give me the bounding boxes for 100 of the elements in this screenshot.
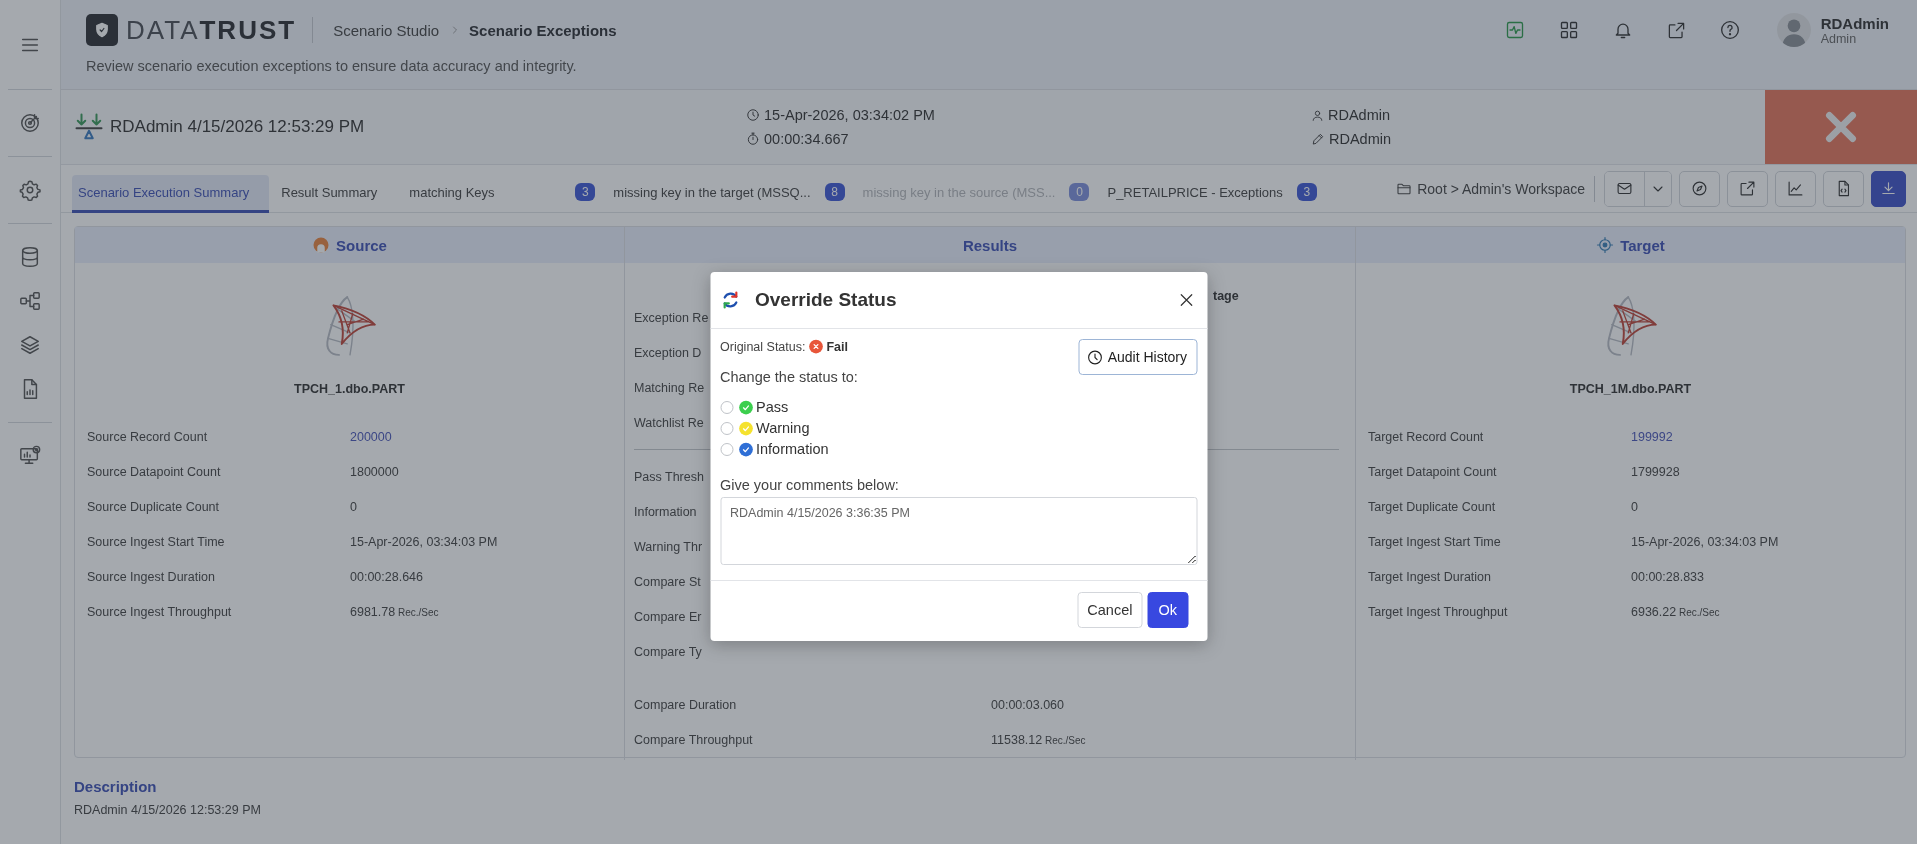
field-label: Source Datapoint Count	[87, 464, 221, 479]
start-time: 15-Apr-2026, 03:34:02 PM	[764, 107, 935, 123]
dialog-title: Override Status	[755, 289, 897, 311]
database-icon[interactable]	[19, 246, 41, 268]
external-link-icon	[1739, 180, 1756, 197]
field-label: Pass Thresh	[634, 469, 704, 484]
table-name: TPCH_1.dbo.PART	[293, 382, 406, 396]
tab[interactable]: Result Summary	[275, 174, 398, 213]
breadcrumb-item[interactable]: Scenario Studio	[333, 21, 440, 39]
count-badge: 3	[1296, 183, 1317, 201]
field-label: Target Ingest Duration	[1368, 569, 1491, 584]
avatar[interactable]	[1776, 13, 1811, 47]
field-label: Compare St	[634, 574, 701, 589]
balance-scale-icon	[74, 112, 104, 142]
tab[interactable]: P_RETAILPRICE - Exceptions 3	[1101, 174, 1323, 213]
section-title: Description	[74, 778, 158, 795]
field-label: Information	[634, 504, 697, 519]
field-label: Exception Re	[634, 310, 709, 325]
field-value: 15-Apr-2026, 03:34:03 PM	[350, 534, 499, 549]
check-circle-icon	[738, 420, 753, 436]
field-value[interactable]: 200000	[350, 429, 624, 444]
ok-button[interactable]: Ok	[1147, 592, 1188, 628]
option-label[interactable]: Information	[756, 441, 829, 457]
field-label: Source Duplicate Count	[87, 499, 220, 514]
stopwatch-icon	[746, 132, 760, 146]
field-label: Compare Er	[634, 609, 702, 624]
description-text: RDAdmin 4/15/2026 12:53:29 PM	[74, 803, 262, 817]
field-value[interactable]: 199992	[1631, 429, 1905, 444]
external-link-icon[interactable]	[1666, 20, 1686, 40]
mail-icon	[1616, 180, 1633, 197]
column-title: Target	[1620, 236, 1665, 254]
monitor-icon[interactable]	[19, 445, 41, 467]
apps-grid-icon[interactable]	[1558, 20, 1579, 40]
line-chart-icon	[1787, 180, 1804, 197]
workspace-path[interactable]: Root > Admin's Workspace	[1417, 180, 1585, 197]
field-value: 00:00:28.646	[350, 569, 424, 584]
field-value: 1800000	[350, 464, 400, 479]
column-title: Results	[962, 236, 1018, 254]
field-label: Compare Throughput	[634, 732, 753, 747]
column-title: Source	[336, 236, 387, 254]
field-label: Target Record Count	[1368, 429, 1484, 444]
hierarchy-icon[interactable]	[19, 290, 41, 312]
pencil-icon	[1311, 132, 1325, 146]
status-value: Fail	[826, 339, 848, 354]
field-value: 00:00:03.060	[991, 697, 1065, 712]
field-value: 00:00:28.833	[1631, 569, 1705, 584]
settings-icon[interactable]	[19, 179, 41, 201]
tab[interactable]: matching Keys 3	[403, 174, 602, 213]
email-button[interactable]	[1605, 171, 1645, 206]
check-circle-icon	[738, 441, 753, 457]
compass-icon	[1691, 180, 1708, 197]
download-button[interactable]	[1871, 170, 1906, 207]
tab[interactable]: Scenario Execution Summary	[72, 174, 270, 213]
target-icon[interactable]	[19, 112, 41, 134]
comment-field[interactable]: RDAdmin 4/15/2026 3:36:35 PM	[720, 497, 1197, 565]
breadcrumb-item: Scenario Exceptions	[469, 21, 617, 39]
field-label: Matching Re	[634, 380, 705, 395]
column-header-text: tage	[1213, 289, 1239, 303]
field-value: 11538.12 Rec./Sec	[991, 732, 1087, 747]
field-value: 15-Apr-2026, 03:34:03 PM	[1631, 534, 1780, 549]
field-label: Target Duplicate Count	[1368, 499, 1496, 514]
field-label: Exception D	[634, 345, 702, 360]
error-icon	[808, 339, 824, 354]
layers-icon[interactable]	[19, 334, 41, 356]
option-label[interactable]: Pass	[756, 399, 789, 415]
export-button[interactable]	[1727, 170, 1768, 207]
crosshair-icon	[1596, 236, 1615, 254]
cancel-button[interactable]: Cancel	[1077, 592, 1143, 628]
field-label: Target Ingest Throughput	[1368, 604, 1508, 619]
field-label: Compare Duration	[634, 697, 737, 712]
field-label: Give your comments below:	[720, 477, 900, 493]
code-file-button[interactable]	[1823, 170, 1864, 207]
tab[interactable]: missing key in the target (MSSQ... 8	[607, 174, 851, 213]
count-badge: 3	[575, 183, 596, 201]
field-value: 1799928	[1631, 464, 1681, 479]
field-label: Source Ingest Start Time	[87, 534, 225, 549]
field-value: 6936.22 Rec./Sec	[1631, 604, 1721, 619]
count-badge: 8	[824, 183, 845, 201]
compass-button[interactable]	[1679, 170, 1720, 207]
page-subtitle: Review scenario execution exceptions to ensure data accuracy and integrity.	[86, 58, 578, 74]
download-icon	[1880, 180, 1897, 197]
field-label: Source Ingest Duration	[87, 569, 215, 584]
run-owner: RDAdmin	[1328, 107, 1391, 123]
activity-icon[interactable]	[1504, 20, 1525, 40]
user-role: Admin	[1820, 31, 1858, 46]
check-circle-icon	[738, 399, 753, 415]
user-icon	[1311, 108, 1324, 122]
field-label: Warning Thr	[634, 539, 703, 554]
option-label[interactable]: Warning	[756, 420, 810, 436]
chart-button[interactable]	[1775, 170, 1816, 207]
user-name: RDAdmin	[1820, 14, 1889, 32]
field-label: Source Record Count	[87, 429, 208, 444]
audit-history-button[interactable]: Audit History	[1078, 339, 1197, 375]
field-label: Compare Ty	[634, 644, 702, 659]
help-icon[interactable]	[1719, 20, 1740, 40]
field-label: Watchlist Re	[634, 415, 704, 430]
field-value: 6981.78 Rec./Sec	[350, 604, 440, 619]
field-label: Source Ingest Throughput	[87, 604, 232, 619]
field-value: 0	[1631, 499, 1639, 514]
history-icon	[1086, 348, 1104, 366]
